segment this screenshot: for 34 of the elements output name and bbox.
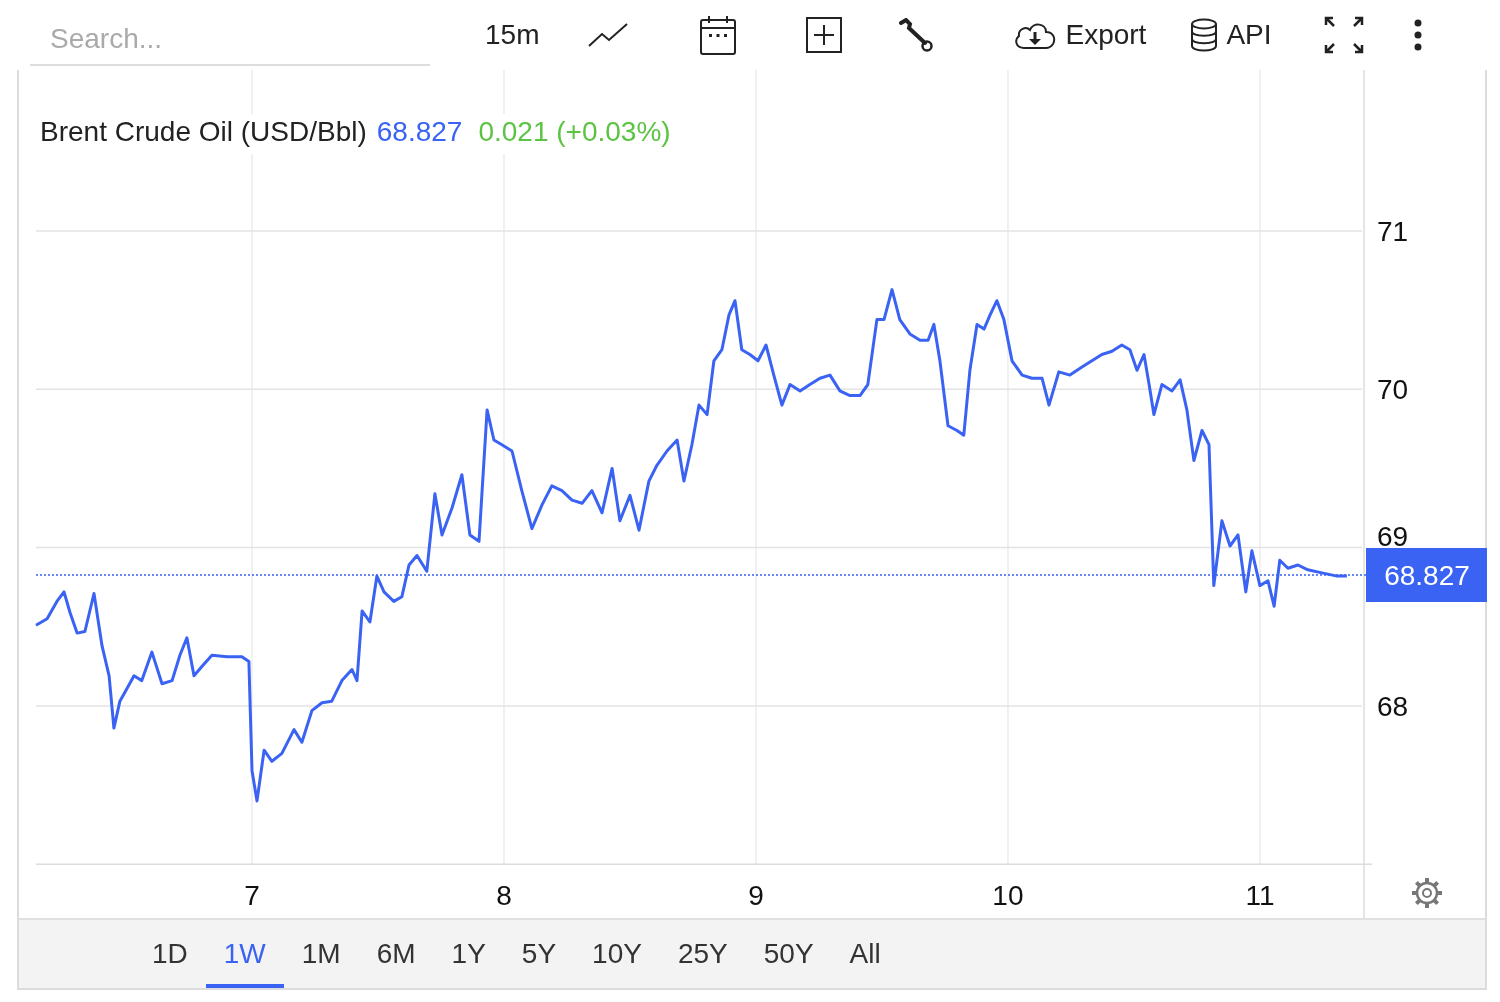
x-axis-label: 7 <box>244 880 260 911</box>
ref-line-label: 68.827 <box>1384 559 1470 591</box>
range-tab[interactable]: 1W <box>205 920 284 988</box>
range-tab[interactable]: 50Y <box>745 920 832 988</box>
range-tab[interactable]: All <box>831 920 899 988</box>
y-axis-label: 71 <box>1377 216 1409 247</box>
range-tab[interactable]: 1Y <box>433 920 504 988</box>
api-button[interactable]: API <box>1190 18 1272 52</box>
calendar-icon[interactable] <box>700 15 737 55</box>
range-tab[interactable]: 10Y <box>574 920 660 988</box>
range-tab[interactable]: 6M <box>358 920 434 988</box>
price-tag: 68.827 <box>1366 548 1487 602</box>
x-axis-label: 8 <box>496 880 512 911</box>
chart-title: Brent Crude Oil (USD/Bbl) <box>40 116 367 148</box>
x-axis-label: 9 <box>748 880 764 911</box>
line-chart-icon[interactable] <box>588 22 629 48</box>
range-tab[interactable]: 1D <box>134 920 206 988</box>
fullscreen-icon[interactable] <box>1323 16 1364 54</box>
y-axis-label: 70 <box>1377 374 1409 406</box>
x-axis-label: 11 <box>1245 880 1275 911</box>
interval-button[interactable]: 15m <box>485 19 540 51</box>
y-axis-label: 68 <box>1377 690 1409 722</box>
legend-change: 0.021 (+0.03%) <box>478 116 671 148</box>
more-options-icon[interactable] <box>1413 19 1422 51</box>
x-axis-label: 10 <box>992 880 1024 911</box>
database-icon <box>1190 18 1219 52</box>
range-tab[interactable]: 1M <box>283 920 359 988</box>
range-tab[interactable]: 25Y <box>659 920 746 988</box>
legend-price: 68.827 <box>376 116 463 148</box>
range-tab[interactable]: 5Y <box>503 920 575 988</box>
plus-box-icon[interactable] <box>806 17 843 53</box>
wrench-icon[interactable] <box>898 17 934 53</box>
export-button[interactable]: Export <box>1013 19 1147 51</box>
settings-icon[interactable] <box>1412 878 1442 908</box>
